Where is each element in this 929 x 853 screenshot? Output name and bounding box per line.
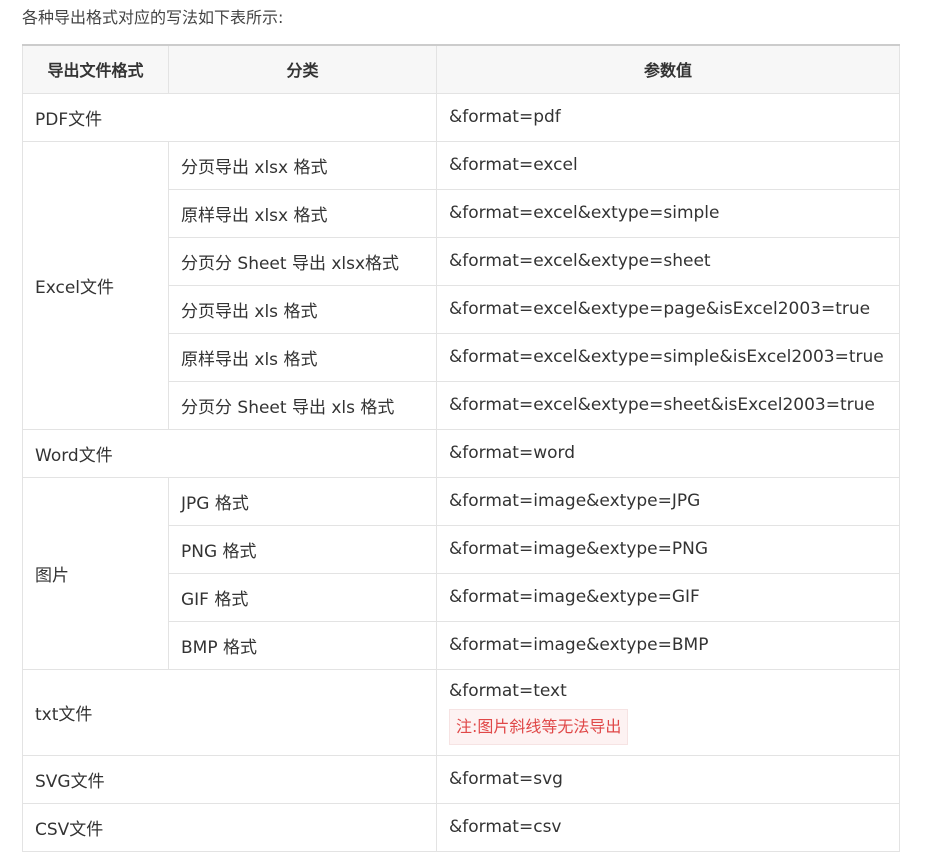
category-cell: GIF 格式 (168, 572, 437, 622)
format-cell: txt文件 (22, 668, 437, 756)
param-cell: &format=image&extype=PNG (436, 524, 900, 574)
header-format: 导出文件格式 (22, 44, 169, 94)
table-row: Word文件 &format=word (22, 428, 900, 478)
format-cell: SVG文件 (22, 754, 437, 804)
param-cell: &format=excel&extype=sheet&isExcel2003=t… (436, 380, 900, 430)
param-cell: &format=image&extype=JPG (436, 476, 900, 526)
header-category: 分类 (168, 44, 437, 94)
param-cell: &format=word (436, 428, 900, 478)
table-row: Excel文件 分页导出 xlsx 格式 &format=excel (22, 140, 900, 430)
param-cell: &format=excel&extype=page&isExcel2003=tr… (436, 284, 900, 334)
category-cell: BMP 格式 (168, 620, 437, 670)
param-cell: &format=svg (436, 754, 900, 804)
table-row: PDF文件 &format=pdf (22, 92, 900, 142)
table-header-row: 导出文件格式 分类 参数值 (22, 44, 900, 94)
param-cell: &format=pdf (436, 92, 900, 142)
category-cell: 分页导出 xls 格式 (168, 284, 437, 334)
table-row: txt文件 &format=text 注:图片斜线等无法导出 (22, 668, 900, 756)
param-cell: &format=excel&extype=simple&isExcel2003=… (436, 332, 900, 382)
intro-text: 各种导出格式对应的写法如下表所示: (22, 8, 284, 27)
export-format-table: 导出文件格式 分类 参数值 PDF文件 &format=pdf Excel文件 … (22, 44, 900, 852)
note-badge: 注:图片斜线等无法导出 (449, 709, 629, 745)
category-cell: JPG 格式 (168, 476, 437, 526)
param-text: &format=text (449, 681, 567, 701)
param-cell: &format=image&extype=BMP (436, 620, 900, 670)
category-cell: 分页导出 xlsx 格式 (168, 140, 437, 190)
category-cell: 原样导出 xls 格式 (168, 332, 437, 382)
table-row: 图片 JPG 格式 &format=image&extype=JPG (22, 476, 900, 670)
category-cell: 原样导出 xlsx 格式 (168, 188, 437, 238)
param-cell: &format=excel (436, 140, 900, 190)
param-cell: &format=excel&extype=sheet (436, 236, 900, 286)
param-cell: &format=text 注:图片斜线等无法导出 (436, 668, 900, 756)
table-row: SVG文件 &format=svg (22, 754, 900, 804)
header-param: 参数值 (436, 44, 900, 94)
format-cell: PDF文件 (22, 92, 437, 142)
param-cell: &format=csv (436, 802, 900, 852)
category-cell: PNG 格式 (168, 524, 437, 574)
format-cell: 图片 (22, 476, 169, 670)
format-cell: CSV文件 (22, 802, 437, 852)
format-cell: Word文件 (22, 428, 437, 478)
param-cell: &format=excel&extype=simple (436, 188, 900, 238)
format-cell: Excel文件 (22, 140, 169, 430)
table-row: CSV文件 &format=csv (22, 802, 900, 852)
category-cell: 分页分 Sheet 导出 xls 格式 (168, 380, 437, 430)
param-cell: &format=image&extype=GIF (436, 572, 900, 622)
category-cell: 分页分 Sheet 导出 xlsx格式 (168, 236, 437, 286)
